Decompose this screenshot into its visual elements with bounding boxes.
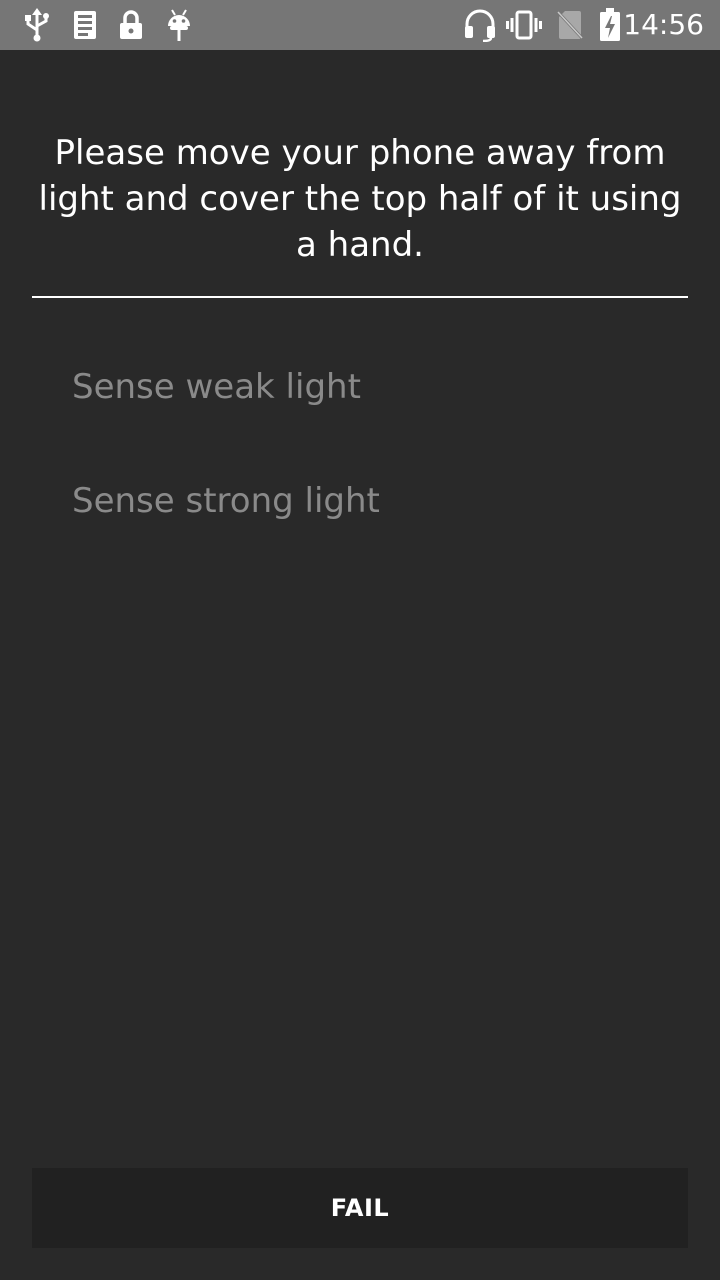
logcat-icon xyxy=(70,7,100,43)
no-sim-icon xyxy=(555,7,585,43)
sense-strong-light-item[interactable]: Sense strong light xyxy=(72,478,380,524)
headset-icon xyxy=(462,7,498,43)
vibrate-icon xyxy=(505,7,543,43)
usb-icon xyxy=(22,7,52,43)
battery-charging-icon xyxy=(597,7,623,43)
clock: 14:56 xyxy=(623,8,704,41)
status-bar: 14:56 xyxy=(0,0,720,50)
lock-icon xyxy=(116,7,146,43)
fail-button[interactable]: FAIL xyxy=(32,1168,688,1248)
sensor-test-screen: 14:56 Please move your phone away from l… xyxy=(0,0,720,1280)
instruction-text: Please move your phone away from light a… xyxy=(38,133,682,265)
android-debug-icon xyxy=(164,7,194,43)
divider xyxy=(32,296,688,298)
sense-weak-light-item[interactable]: Sense weak light xyxy=(72,364,361,410)
